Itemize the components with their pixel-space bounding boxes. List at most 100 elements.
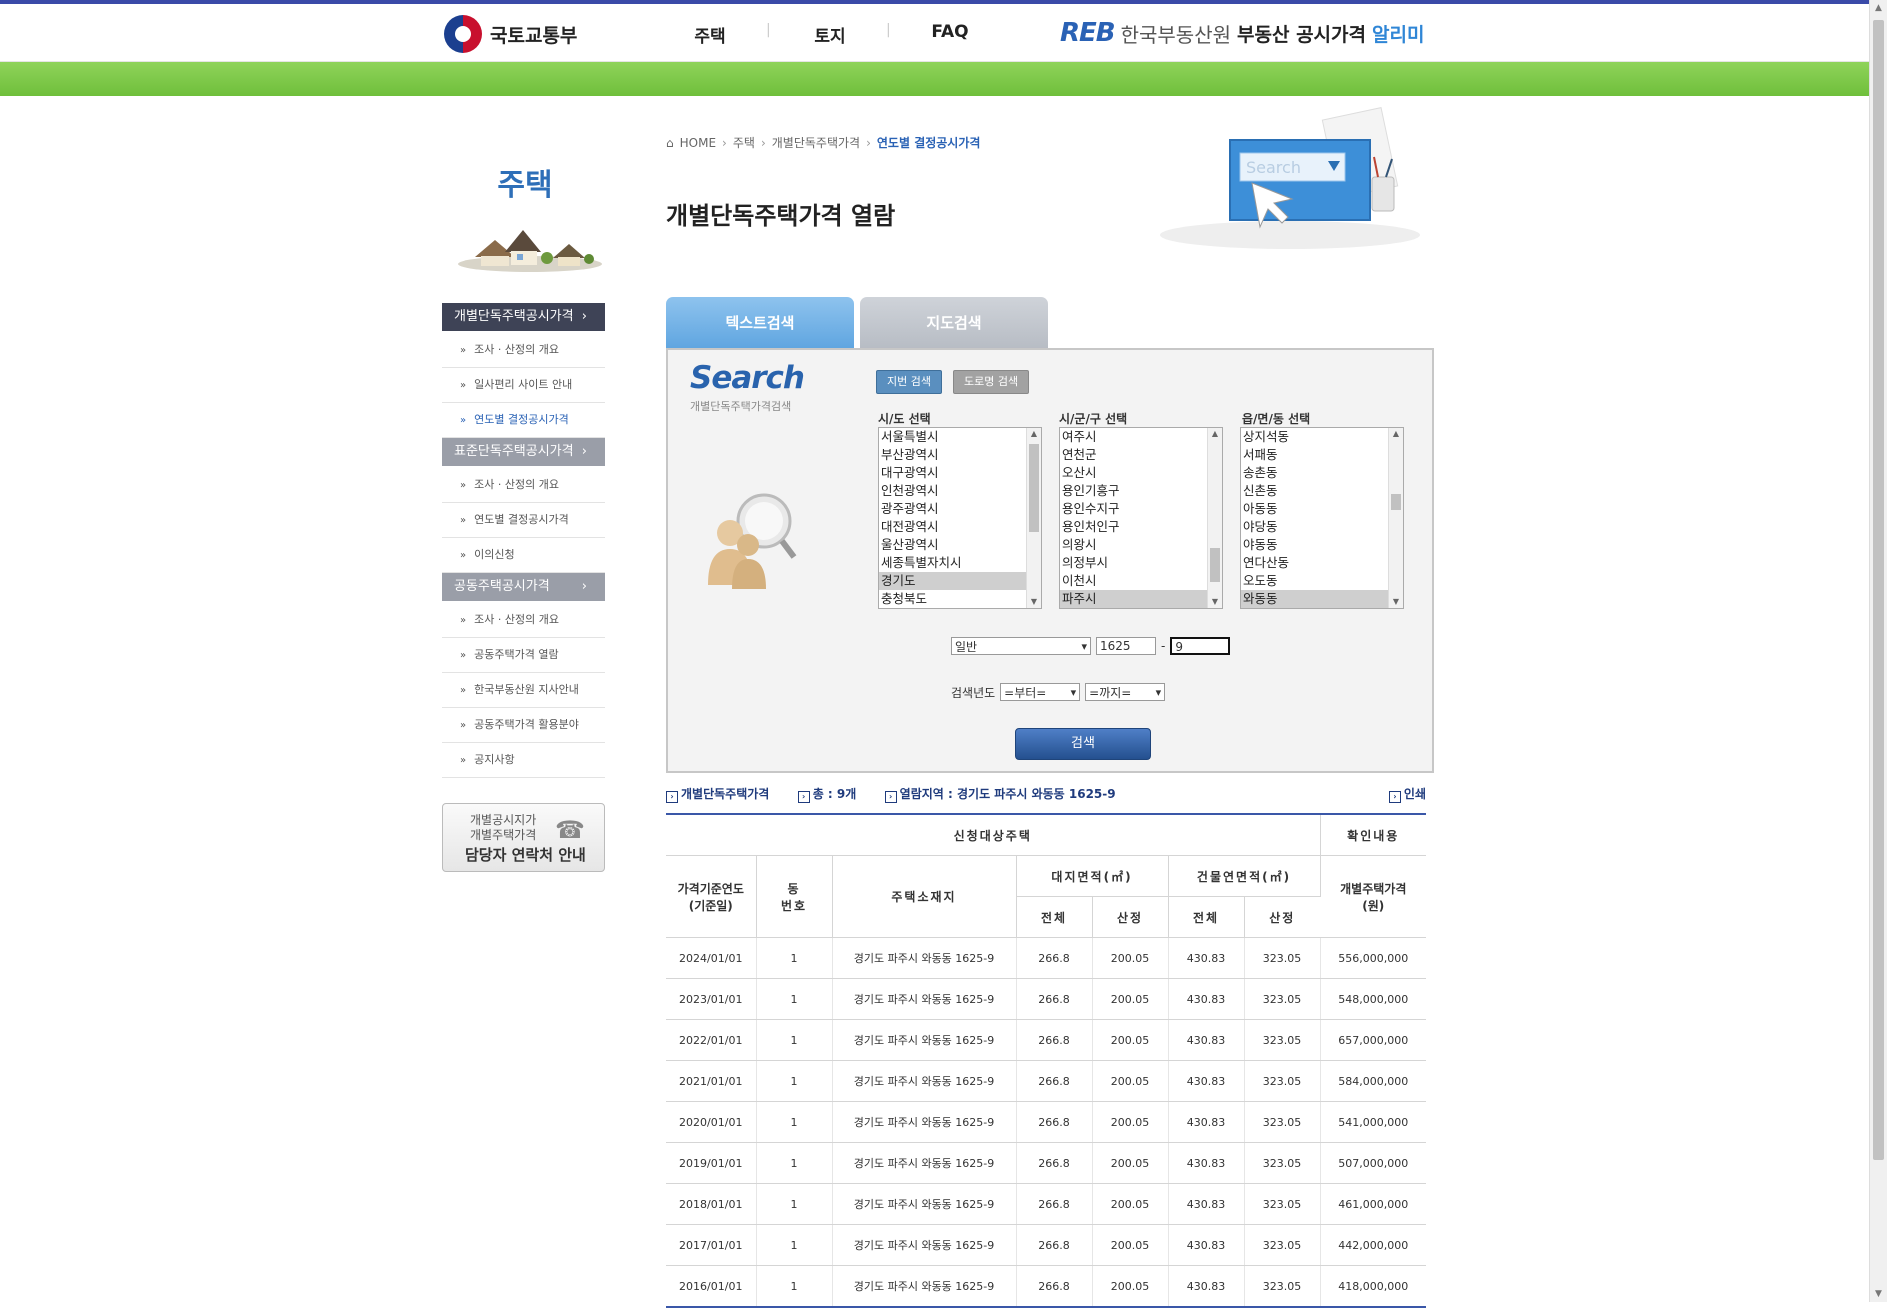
year-from-select[interactable]: =부터= bbox=[1000, 683, 1081, 702]
scroll-thumb[interactable] bbox=[1210, 548, 1220, 582]
header-address: 주택소재지 bbox=[832, 855, 1017, 938]
ministry-logo[interactable]: 국토교통부 bbox=[444, 14, 577, 54]
listbox-option[interactable]: 용인기흥구 bbox=[1060, 482, 1222, 500]
bunji-main-input[interactable]: 1625 bbox=[1096, 637, 1156, 655]
sidebar-item-apartment-view[interactable]: 공동주택가격 열람 bbox=[442, 638, 605, 673]
listbox-option[interactable]: 대구광역시 bbox=[879, 464, 1041, 482]
cell-dong-number: 1 bbox=[756, 1101, 833, 1143]
sidebar-item-notice[interactable]: 공지사항 bbox=[442, 743, 605, 778]
sidebar-item-overview[interactable]: 조사 · 산정의 개요 bbox=[442, 468, 605, 503]
listbox-option[interactable]: 파주시 bbox=[1060, 590, 1222, 608]
phone-icon: ☎ bbox=[555, 816, 585, 844]
sido-listbox[interactable]: 서울특별시 부산광역시 대구광역시 인천광역시 광주광역시 대전광역시 울산광역시 세종특별자… bbox=[878, 427, 1042, 609]
cell-bldg-total: 430.83 bbox=[1168, 1060, 1245, 1102]
bunji-dash: - bbox=[1161, 639, 1166, 653]
listbox-option[interactable]: 의정부시 bbox=[1060, 554, 1222, 572]
listbox-option[interactable]: 야당동 bbox=[1241, 518, 1403, 536]
cell-house-price: 584,000,000 bbox=[1320, 1060, 1426, 1102]
sidebar-category-standard[interactable]: 표준단독주택공시가격 › bbox=[442, 438, 605, 466]
listbox-option[interactable]: 경기도 bbox=[879, 572, 1041, 590]
sidebar-item-yearly-price[interactable]: 연도별 결정공시가격 bbox=[442, 503, 605, 538]
listbox-option[interactable]: 충청북도 bbox=[879, 590, 1041, 608]
sidebar-item-branch-info[interactable]: 한국부동산원 지사안내 bbox=[442, 673, 605, 708]
search-button[interactable]: 검색 bbox=[1015, 728, 1151, 760]
year-to-select[interactable]: =까지= bbox=[1085, 683, 1166, 702]
breadcrumb-l1[interactable]: 주택 bbox=[733, 134, 755, 151]
scroll-down-icon[interactable]: ▼ bbox=[1870, 1286, 1887, 1302]
contact-info-button[interactable]: 개별공시지가 개별주택가격 담당자 연락처 안내 ☎ bbox=[442, 803, 605, 872]
cell-bldg-calc: 323.05 bbox=[1244, 1060, 1321, 1102]
listbox-option[interactable]: 이천시 bbox=[1060, 572, 1222, 590]
breadcrumb-l2[interactable]: 개별단독주택가격 bbox=[772, 134, 860, 151]
listbox-option[interactable]: 용인수지구 bbox=[1060, 500, 1222, 518]
sidebar-item-yearly-price[interactable]: 연도별 결정공시가격 bbox=[442, 403, 605, 438]
listbox-option[interactable]: 의왕시 bbox=[1060, 536, 1222, 554]
cell-land-total: 266.8 bbox=[1016, 937, 1093, 979]
houses-illustration bbox=[458, 230, 602, 272]
cell-bldg-total: 430.83 bbox=[1168, 1265, 1245, 1308]
page-scrollbar[interactable]: ▲ ▼ bbox=[1869, 0, 1887, 1302]
nav-land[interactable]: 토지 bbox=[766, 22, 890, 47]
scroll-up-icon[interactable]: ▲ bbox=[1870, 0, 1887, 16]
cell-land-total: 266.8 bbox=[1016, 978, 1093, 1020]
sidebar-item-objection[interactable]: 이의신청 bbox=[442, 538, 605, 573]
sidebar-category-apartment[interactable]: 공동주택공시가격 › bbox=[442, 573, 605, 601]
listbox-option[interactable]: 인천광역시 bbox=[879, 482, 1041, 500]
cell-bldg-total: 430.83 bbox=[1168, 1224, 1245, 1266]
breadcrumb-home[interactable]: HOME bbox=[680, 136, 716, 150]
nav-housing[interactable]: 주택 bbox=[650, 22, 770, 47]
listbox-option[interactable]: 용인처인구 bbox=[1060, 518, 1222, 536]
listbox-option[interactable]: 여주시 bbox=[1060, 428, 1222, 446]
bullet-icon: › bbox=[797, 791, 810, 803]
sigungu-listbox[interactable]: 여주시 연천군 오산시 용인기흥구 용인수지구 용인처인구 의왕시 의정부시 이천시 파주시 ▲ ▼ bbox=[1059, 427, 1223, 609]
sigungu-label: 시/군/구 선택 bbox=[1059, 412, 1128, 426]
listbox-option[interactable]: 세종특별자치시 bbox=[879, 554, 1041, 572]
tab-map-search[interactable]: 지도검색 bbox=[860, 297, 1048, 349]
cell-bldg-calc: 323.05 bbox=[1244, 1019, 1321, 1061]
listbox-scrollbar[interactable]: ▲ ▼ bbox=[1026, 428, 1041, 608]
sidebar-item-overview[interactable]: 조사 · 산정의 개요 bbox=[442, 333, 605, 368]
year-range-row: 검색년도 =부터= =까지= bbox=[951, 683, 1166, 702]
listbox-option[interactable]: 오도동 bbox=[1241, 572, 1403, 590]
scroll-down-icon: ▼ bbox=[1392, 597, 1400, 606]
listbox-option[interactable]: 신촌동 bbox=[1241, 482, 1403, 500]
dong-listbox[interactable]: 상지석동 서패동 송촌동 신촌동 아동동 야당동 야동동 연다산동 오도동 와동동 ▲ ▼ bbox=[1240, 427, 1404, 609]
bunji-sub-input[interactable]: 9 bbox=[1170, 637, 1231, 655]
listbox-option[interactable]: 연다산동 bbox=[1241, 554, 1403, 572]
page-scroll-thumb[interactable] bbox=[1873, 20, 1884, 1160]
sidebar-category-individual[interactable]: 개별단독주택공시가격 › bbox=[442, 303, 605, 331]
listbox-option[interactable]: 아동동 bbox=[1241, 500, 1403, 518]
contact-subtitle: 개별공시지가 개별주택가격 bbox=[470, 813, 536, 843]
cell-base-date: 2018/01/01 bbox=[666, 1183, 757, 1225]
listbox-option[interactable]: 상지석동 bbox=[1241, 428, 1403, 446]
land-type-select[interactable]: 일반 bbox=[951, 637, 1091, 656]
listbox-option[interactable]: 부산광역시 bbox=[879, 446, 1041, 464]
sidebar-item-ilsapyeonri[interactable]: 일사편리 사이트 안내 bbox=[442, 368, 605, 403]
listbox-option[interactable]: 와동동 bbox=[1241, 590, 1403, 608]
listbox-option[interactable]: 송촌동 bbox=[1241, 464, 1403, 482]
breadcrumb-current: 연도별 결정공시가격 bbox=[876, 136, 981, 150]
listbox-option[interactable]: 서울특별시 bbox=[879, 428, 1041, 446]
scroll-thumb[interactable] bbox=[1029, 444, 1039, 532]
listbox-option[interactable]: 대전광역시 bbox=[879, 518, 1041, 536]
listbox-option[interactable]: 연천군 bbox=[1060, 446, 1222, 464]
lot-search-button[interactable]: 지번 검색 bbox=[876, 370, 942, 394]
tab-text-search[interactable]: 텍스트검색 bbox=[666, 297, 854, 349]
listbox-option[interactable]: 야동동 bbox=[1241, 536, 1403, 554]
listbox-scrollbar[interactable]: ▲ ▼ bbox=[1388, 428, 1403, 608]
cell-dong-number: 1 bbox=[756, 1142, 833, 1184]
listbox-option[interactable]: 울산광역시 bbox=[879, 536, 1041, 554]
listbox-scrollbar[interactable]: ▲ ▼ bbox=[1207, 428, 1222, 608]
listbox-option[interactable]: 서패동 bbox=[1241, 446, 1403, 464]
scroll-thumb[interactable] bbox=[1391, 494, 1401, 510]
print-button[interactable]: › 인쇄 bbox=[1388, 785, 1426, 803]
sidebar-item-overview[interactable]: 조사 · 산정의 개요 bbox=[442, 603, 605, 638]
header-confirm-group: 확인내용 bbox=[1320, 813, 1426, 856]
nav-faq[interactable]: FAQ bbox=[886, 22, 1010, 47]
reb-logo[interactable]: REB 한국부동산원 부동산 공시가격 알리미 bbox=[1060, 18, 1424, 48]
listbox-option[interactable]: 광주광역시 bbox=[879, 500, 1041, 518]
road-search-button[interactable]: 도로명 검색 bbox=[953, 370, 1030, 394]
listbox-option[interactable]: 오산시 bbox=[1060, 464, 1222, 482]
sidebar-item-usage[interactable]: 공동주택가격 활용분야 bbox=[442, 708, 605, 743]
service-name: 부동산 공시가격 bbox=[1237, 23, 1366, 46]
